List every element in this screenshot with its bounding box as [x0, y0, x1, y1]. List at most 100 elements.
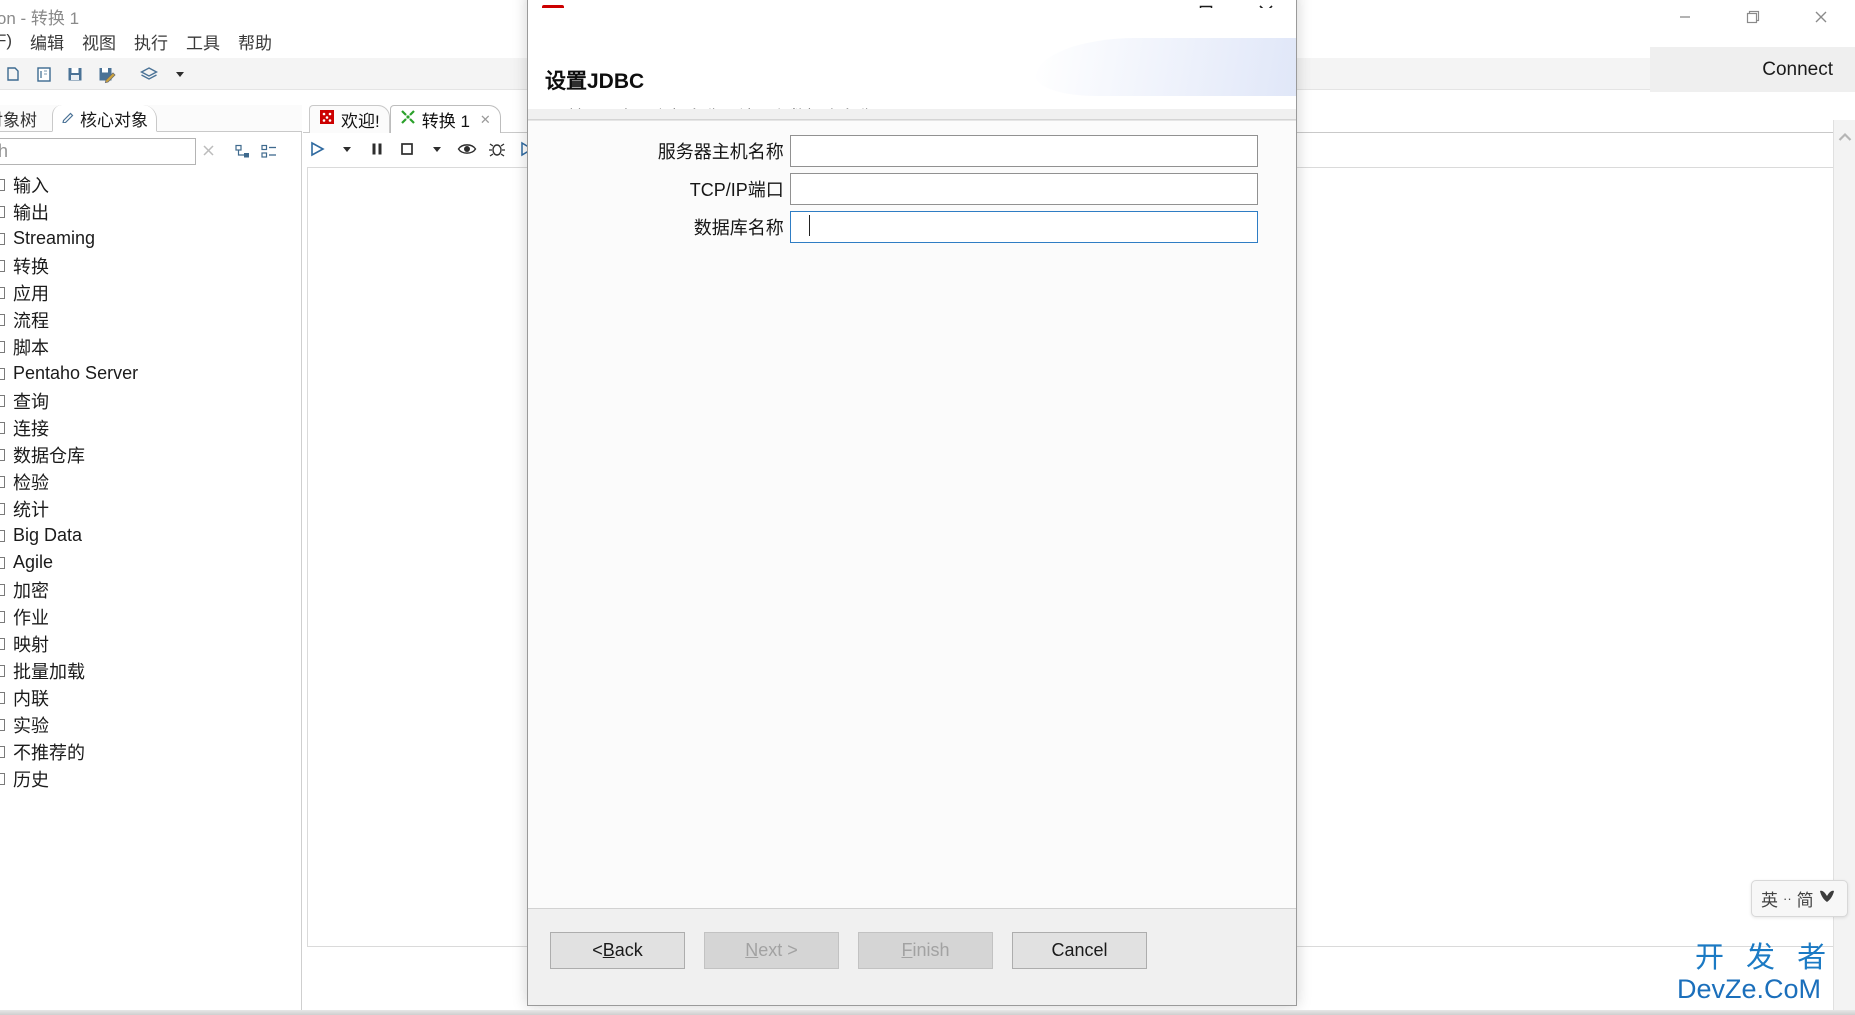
tree-item[interactable]: 映射: [0, 630, 302, 657]
save-icon[interactable]: [62, 61, 88, 87]
server-hostname-input[interactable]: [789, 134, 1258, 167]
tree-item[interactable]: 内联: [0, 684, 302, 711]
sidebar-tab-core-objects[interactable]: 核心对象: [52, 105, 157, 132]
expand-toggle-icon[interactable]: [0, 232, 5, 245]
ime-script-label: 简: [1796, 891, 1814, 910]
pause-icon[interactable]: [367, 139, 387, 159]
save-as-icon[interactable]: [93, 61, 119, 87]
tree-item[interactable]: 输入: [0, 171, 302, 198]
expand-toggle-icon[interactable]: [0, 394, 5, 407]
close-icon[interactable]: ✕: [480, 112, 491, 128]
menu-item-tools[interactable]: 工具: [177, 27, 229, 56]
expand-toggle-icon[interactable]: [0, 556, 5, 569]
next-button[interactable]: Next >: [704, 932, 839, 969]
expand-toggle-icon[interactable]: [0, 286, 5, 299]
tree-item-label: 批量加载: [13, 661, 85, 682]
expand-toggle-icon[interactable]: [0, 502, 5, 515]
stop-dropdown-icon[interactable]: [427, 139, 447, 159]
expand-all-icon[interactable]: [260, 143, 278, 166]
tree-item[interactable]: 脚本: [0, 333, 302, 360]
tree-item-label: 统计: [13, 499, 49, 520]
dialog-header: 设置JDBC 输入服务器主机名称、端口和数据库名称: [528, 8, 1296, 109]
tree-item[interactable]: 作业: [0, 603, 302, 630]
database-name-input[interactable]: [789, 210, 1258, 243]
new-icon[interactable]: [0, 61, 26, 87]
dropdown-arrow-icon[interactable]: [167, 61, 193, 87]
tree-item[interactable]: 连接: [0, 414, 302, 441]
ime-indicator[interactable]: 英 ·· 简: [1751, 880, 1848, 917]
tree-item[interactable]: Agile: [0, 549, 302, 576]
sidebar-tab-object-tree[interactable]: 对象树: [0, 105, 45, 132]
tree-item-label: 作业: [13, 607, 49, 628]
tree-item-label: 检验: [13, 472, 49, 493]
layers-icon[interactable]: [136, 61, 162, 87]
back-button-suffix: ack: [614, 940, 643, 960]
expand-toggle-icon[interactable]: [0, 475, 5, 488]
expand-toggle-icon[interactable]: [0, 313, 5, 326]
tree-item[interactable]: 实验: [0, 711, 302, 738]
tab-welcome[interactable]: 欢迎!: [309, 105, 390, 133]
back-button[interactable]: < Back: [550, 932, 685, 969]
finish-button[interactable]: Finish: [858, 932, 993, 969]
expand-toggle-icon[interactable]: [0, 259, 5, 272]
expand-toggle-icon[interactable]: [0, 583, 5, 596]
cancel-button[interactable]: Cancel: [1012, 932, 1147, 969]
expand-toggle-icon[interactable]: [0, 745, 5, 758]
stop-icon[interactable]: [397, 139, 417, 159]
tree-item[interactable]: 历史: [0, 765, 302, 792]
menu-item-view[interactable]: 视图: [73, 27, 125, 56]
close-icon[interactable]: [200, 142, 217, 164]
tree-item[interactable]: 转换: [0, 252, 302, 279]
expand-toggle-icon[interactable]: [0, 448, 5, 461]
tree-item[interactable]: 检验: [0, 468, 302, 495]
expand-toggle-icon[interactable]: [0, 340, 5, 353]
tcp-ip-port-input[interactable]: [789, 172, 1258, 205]
debug-icon[interactable]: [487, 139, 507, 159]
expand-toggle-icon[interactable]: [0, 529, 5, 542]
run-dropdown-icon[interactable]: [337, 139, 357, 159]
expand-toggle-icon[interactable]: [0, 610, 5, 623]
expand-toggle-icon[interactable]: [0, 367, 5, 380]
expand-toggle-icon[interactable]: [0, 205, 5, 218]
menu-item-edit[interactable]: 编辑: [21, 27, 73, 56]
collapse-all-icon[interactable]: [234, 143, 252, 166]
tree-item[interactable]: Streaming: [0, 225, 302, 252]
connect-button[interactable]: Connect: [1762, 59, 1833, 81]
tree-item[interactable]: 不推荐的: [0, 738, 302, 765]
search-input[interactable]: rch: [0, 138, 196, 165]
open-icon[interactable]: [31, 61, 57, 87]
expand-toggle-icon[interactable]: [0, 421, 5, 434]
expand-toggle-icon[interactable]: [0, 718, 5, 731]
tree-item[interactable]: 加密: [0, 576, 302, 603]
tab-transformation-1[interactable]: 转换 1 ✕: [389, 105, 501, 133]
sidebar-tab-core-objects-label: 核心对象: [80, 110, 148, 130]
tree-item[interactable]: Pentaho Server: [0, 360, 302, 387]
tree-item-label: 输出: [13, 202, 49, 223]
field-label-server-hostname: 服务器主机名称: [657, 141, 784, 162]
menu-item-file[interactable]: F): [0, 29, 21, 53]
chevron-up-icon[interactable]: [1834, 128, 1855, 146]
expand-toggle-icon[interactable]: [0, 637, 5, 650]
welcome-icon: [319, 109, 335, 130]
expand-toggle-icon[interactable]: [0, 664, 5, 677]
run-icon[interactable]: [307, 139, 327, 159]
tree-item[interactable]: 输出: [0, 198, 302, 225]
menu-item-run[interactable]: 执行: [125, 27, 177, 56]
tree-item[interactable]: 统计: [0, 495, 302, 522]
tree-item[interactable]: 应用: [0, 279, 302, 306]
expand-toggle-icon[interactable]: [0, 772, 5, 785]
tree-item-label: 不推荐的: [13, 742, 85, 763]
preview-icon[interactable]: [457, 139, 477, 159]
expand-toggle-icon[interactable]: [0, 691, 5, 704]
expand-toggle-icon[interactable]: [0, 178, 5, 191]
right-scrollbar[interactable]: [1833, 120, 1855, 1011]
tree-item[interactable]: 批量加载: [0, 657, 302, 684]
tree-item[interactable]: 数据仓库: [0, 441, 302, 468]
tree-item[interactable]: Big Data: [0, 522, 302, 549]
next-button-mnemonic: N: [745, 940, 759, 960]
dialog-body: 服务器主机名称 TCP/IP端口 数据库名称: [528, 120, 1296, 920]
tree-item[interactable]: 流程: [0, 306, 302, 333]
tree-item[interactable]: 查询: [0, 387, 302, 414]
menu-item-help[interactable]: 帮助: [229, 27, 281, 56]
ime-shape-icon[interactable]: [1819, 889, 1835, 908]
